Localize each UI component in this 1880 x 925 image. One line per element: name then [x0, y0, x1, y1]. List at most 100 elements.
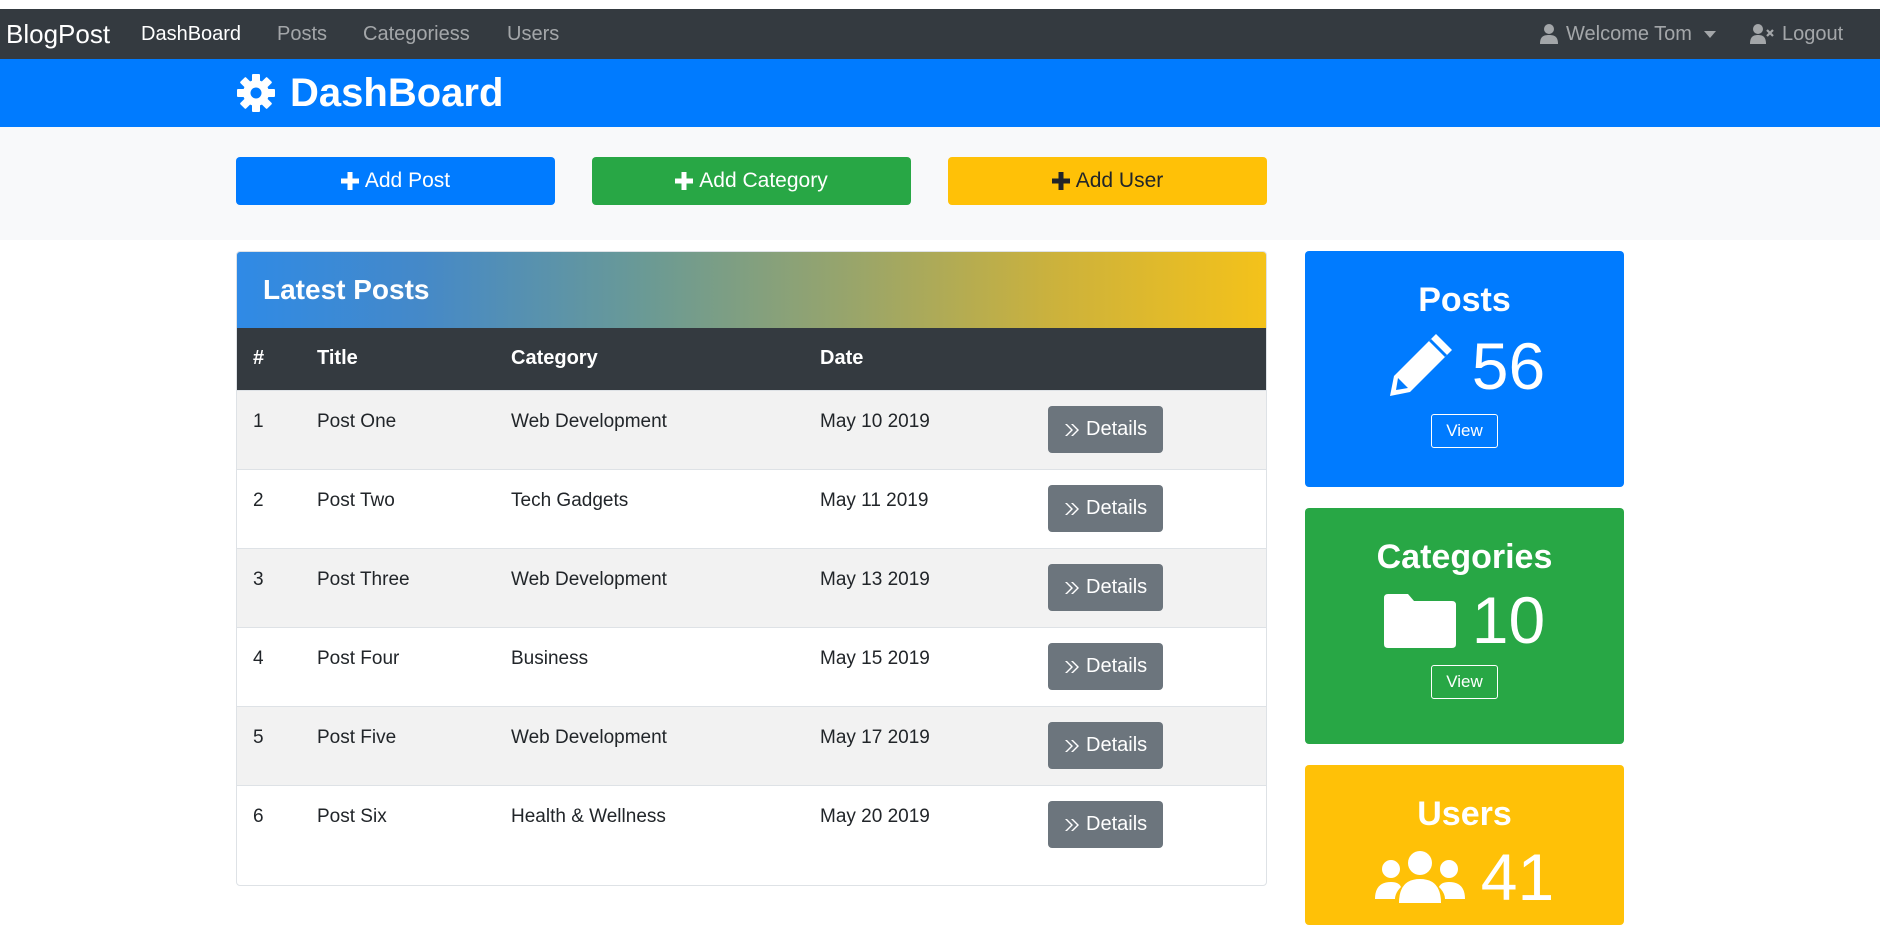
- users-count: 41: [1480, 840, 1555, 914]
- categories-stat-row: 10: [1305, 587, 1624, 653]
- column-header-date: Date: [820, 347, 864, 370]
- post-number: 2: [253, 489, 264, 511]
- user-times-icon: [1750, 24, 1774, 44]
- add-user-button[interactable]: Add User: [948, 157, 1267, 205]
- post-title: Post Three: [317, 568, 410, 590]
- posts-view-button[interactable]: View: [1431, 414, 1498, 448]
- posts-count: 56: [1471, 329, 1546, 403]
- post-date: May 20 2019: [820, 805, 930, 827]
- page-title: DashBoard: [236, 59, 503, 127]
- post-category: Web Development: [511, 568, 667, 590]
- add-category-label: Add Category: [699, 169, 828, 192]
- cog-icon: [237, 74, 275, 112]
- column-header-category: Category: [511, 347, 598, 370]
- table-row: 2 Post Two Tech Gadgets May 11 2019 Deta…: [237, 468, 1266, 548]
- details-label: Details: [1086, 813, 1148, 835]
- latest-posts-card: Latest Posts # Title Category Date 1 Pos…: [236, 251, 1267, 886]
- angle-double-right-icon: [1065, 739, 1079, 752]
- table-row: 1 Post One Web Development May 10 2019 D…: [237, 389, 1266, 469]
- post-number: 1: [253, 410, 264, 432]
- details-label: Details: [1086, 734, 1148, 756]
- table-row: 3 Post Three Web Development May 13 2019…: [237, 547, 1266, 627]
- details-label: Details: [1086, 418, 1148, 440]
- posts-stat-title: Posts: [1418, 281, 1511, 319]
- column-header-title: Title: [317, 347, 358, 370]
- logout-link[interactable]: Logout: [1750, 9, 1843, 59]
- post-number: 4: [253, 647, 264, 669]
- post-title: Post One: [317, 410, 397, 432]
- angle-double-right-icon: [1065, 423, 1079, 436]
- add-post-label: Add Post: [364, 169, 451, 192]
- posts-stat-card: Posts 56 View: [1305, 251, 1624, 487]
- post-number: 5: [253, 726, 264, 748]
- action-bar: Add Post Add Category Add User: [0, 127, 1880, 240]
- brand-logo[interactable]: BlogPost: [6, 9, 110, 59]
- table-row: 4 Post Four Business May 15 2019 Details: [237, 626, 1266, 706]
- nav-posts[interactable]: Posts: [277, 9, 327, 59]
- add-post-button[interactable]: Add Post: [236, 157, 555, 205]
- angle-double-right-icon: [1065, 660, 1079, 673]
- pencil-icon: [1389, 334, 1452, 396]
- add-category-button[interactable]: Add Category: [592, 157, 911, 205]
- post-date: May 17 2019: [820, 726, 930, 748]
- post-title: Post Five: [317, 726, 397, 748]
- folder-icon: [1383, 594, 1456, 648]
- logout-label: Logout: [1782, 23, 1844, 45]
- details-button[interactable]: Details: [1048, 564, 1164, 611]
- post-category: Tech Gadgets: [511, 489, 629, 511]
- details-button[interactable]: Details: [1048, 801, 1164, 848]
- post-title: Post Two: [317, 489, 395, 511]
- angle-double-right-icon: [1065, 581, 1079, 594]
- post-category: Health & Wellness: [511, 805, 666, 827]
- plus-icon: [675, 172, 694, 190]
- plus-icon: [1051, 172, 1070, 190]
- latest-posts-title: Latest Posts: [263, 274, 430, 305]
- angle-double-right-icon: [1065, 502, 1079, 515]
- post-date: May 15 2019: [820, 647, 930, 669]
- nav-users[interactable]: Users: [507, 9, 559, 59]
- navbar: BlogPost DashBoard Posts Categoriess Use…: [0, 9, 1880, 59]
- users-stat-row: 41: [1305, 844, 1624, 910]
- details-button[interactable]: Details: [1048, 643, 1164, 690]
- post-date: May 11 2019: [820, 489, 929, 511]
- categories-stat-title: Categories: [1376, 538, 1553, 576]
- details-label: Details: [1086, 497, 1148, 519]
- latest-posts-header: Latest Posts: [237, 252, 1266, 328]
- users-stat-title: Users: [1417, 795, 1512, 833]
- details-button[interactable]: Details: [1048, 485, 1164, 532]
- nav-dashboard[interactable]: DashBoard: [141, 9, 241, 59]
- page-title-text: DashBoard: [290, 70, 504, 115]
- categories-count: 10: [1471, 583, 1546, 657]
- post-date: May 10 2019: [820, 410, 930, 432]
- post-number: 6: [253, 805, 264, 827]
- page-header: DashBoard: [0, 59, 1880, 127]
- users-icon: [1374, 851, 1465, 903]
- welcome-dropdown[interactable]: Welcome Tom: [1540, 9, 1716, 59]
- posts-table: # Title Category Date 1 Post One Web Dev…: [237, 328, 1266, 864]
- table-row: 6 Post Six Health & Wellness May 20 2019…: [237, 784, 1266, 864]
- users-stat-card: Users 41: [1305, 765, 1624, 925]
- table-header-row: # Title Category Date: [237, 328, 1266, 390]
- column-header-actions: [1032, 328, 1266, 390]
- plus-icon: [340, 172, 359, 190]
- details-label: Details: [1086, 655, 1148, 677]
- column-header-number: #: [253, 347, 265, 370]
- welcome-label: Welcome Tom: [1566, 23, 1692, 45]
- chevron-down-icon: [1703, 30, 1716, 38]
- details-button[interactable]: Details: [1048, 406, 1164, 453]
- post-title: Post Four: [317, 647, 400, 669]
- user-icon: [1540, 24, 1558, 44]
- post-number: 3: [253, 568, 264, 590]
- post-category: Web Development: [511, 726, 667, 748]
- details-label: Details: [1086, 576, 1148, 598]
- nav-categories[interactable]: Categoriess: [363, 9, 470, 59]
- posts-stat-row: 56: [1305, 330, 1624, 402]
- add-user-label: Add User: [1075, 169, 1164, 192]
- details-button[interactable]: Details: [1048, 722, 1164, 769]
- angle-double-right-icon: [1065, 818, 1079, 831]
- table-row: 5 Post Five Web Development May 17 2019 …: [237, 705, 1266, 785]
- post-title: Post Six: [317, 805, 387, 827]
- post-category: Web Development: [511, 410, 667, 432]
- categories-stat-card: Categories 10 View: [1305, 508, 1624, 744]
- categories-view-button[interactable]: View: [1431, 665, 1498, 699]
